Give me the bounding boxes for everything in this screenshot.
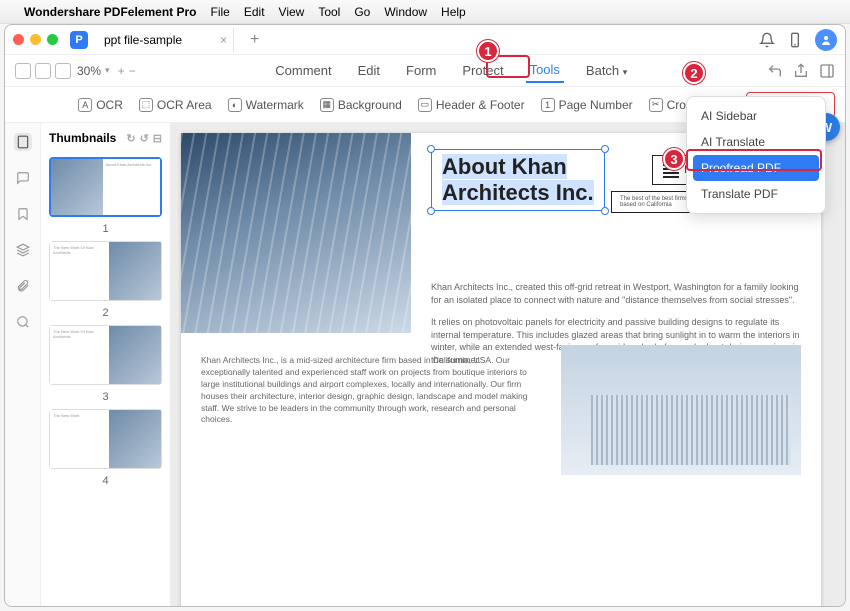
tab-form[interactable]: Form	[402, 59, 440, 82]
step-badge-2: 2	[683, 62, 705, 84]
thumbnails-title: Thumbnails	[49, 131, 116, 145]
mobile-icon[interactable]	[787, 32, 803, 48]
app-name[interactable]: Wondershare PDFelement Pro	[24, 5, 197, 19]
zoom-value: 30%	[77, 64, 101, 78]
title-line-2: Architects Inc.	[442, 180, 594, 205]
watermark-button[interactable]: ◐Watermark	[228, 98, 304, 112]
tab-edit[interactable]: Edit	[354, 59, 384, 82]
title-line-1: About Khan	[442, 154, 567, 179]
menu-view[interactable]: View	[279, 5, 305, 19]
search-icon[interactable]	[14, 313, 32, 331]
titlebar: P ppt file-sample × +	[5, 25, 845, 55]
tab-close-icon[interactable]: ×	[220, 33, 227, 47]
comments-icon[interactable]	[14, 169, 32, 187]
dd-translate-pdf[interactable]: Translate PDF	[687, 181, 825, 207]
chevron-down-icon[interactable]: ▾	[105, 65, 110, 76]
layers-icon[interactable]	[14, 241, 32, 259]
tab-add-button[interactable]: +	[250, 31, 259, 49]
mode-tabs: Comment Edit Form Protect Tools Batch ▾	[271, 58, 631, 83]
paragraph-1: Khan Architects Inc., created this off-g…	[431, 281, 801, 306]
step-badge-1: 1	[477, 40, 499, 62]
view-grid-icon[interactable]	[35, 63, 51, 79]
menu-edit[interactable]: Edit	[244, 5, 265, 19]
zoom-in-icon[interactable]: +	[118, 64, 125, 78]
system-menubar: Wondershare PDFelement Pro File Edit Vie…	[0, 0, 850, 24]
page-number-icon: 1	[541, 98, 555, 112]
refresh-icon[interactable]: ↻	[126, 132, 135, 145]
menu-window[interactable]: Window	[384, 5, 427, 19]
watermark-icon: ◐	[228, 98, 242, 112]
rotate-icon[interactable]: ↺	[140, 132, 149, 145]
ocr-icon: A	[78, 98, 92, 112]
view-mode-group	[15, 63, 71, 79]
traffic-lights	[13, 34, 58, 45]
bell-icon[interactable]	[759, 32, 775, 48]
side-rail	[5, 123, 41, 606]
document-tab[interactable]: ppt file-sample ×	[94, 28, 234, 52]
hero-image	[181, 133, 411, 333]
panel-icon[interactable]	[819, 63, 835, 79]
menu-help[interactable]: Help	[441, 5, 466, 19]
zoom-out-icon[interactable]: −	[129, 64, 136, 78]
window-maximize[interactable]	[47, 34, 58, 45]
ocr-area-button[interactable]: ⬚OCR Area	[139, 98, 212, 112]
step-badge-3: 3	[663, 148, 685, 170]
share-icon[interactable]	[793, 63, 809, 79]
zoom-control[interactable]: 30% ▾ + −	[77, 64, 136, 78]
menu-go[interactable]: Go	[354, 5, 370, 19]
thumbnails-panel: Thumbnails ↻ ↺ ⊟ About Khan Architects Inc…	[41, 123, 171, 606]
header-footer-icon: ▭	[418, 98, 432, 112]
ocr-area-icon: ⬚	[139, 98, 153, 112]
window-close[interactable]	[13, 34, 24, 45]
tab-tools[interactable]: Tools	[526, 58, 564, 83]
menu-tool[interactable]: Tool	[318, 5, 340, 19]
page-number-button[interactable]: 1Page Number	[541, 98, 633, 112]
thumbnail-2[interactable]: The New Work Of Klan Architects	[49, 241, 162, 301]
thumbnail-1-label: 1	[102, 223, 108, 235]
thumbnail-4[interactable]: The New Work	[49, 409, 162, 469]
view-twopage-icon[interactable]	[55, 63, 71, 79]
tab-comment[interactable]: Comment	[271, 59, 335, 82]
close-panel-icon[interactable]: ⊟	[153, 132, 162, 145]
thumbnail-1[interactable]: About Khan Architects Inc	[49, 157, 162, 217]
background-icon: ▦	[320, 98, 334, 112]
window-minimize[interactable]	[30, 34, 41, 45]
selected-text-box[interactable]: About Khan Architects Inc.	[431, 149, 605, 211]
bookmarks-icon[interactable]	[14, 205, 32, 223]
attachments-icon[interactable]	[14, 277, 32, 295]
main-toolbar: 30% ▾ + − Comment Edit Form Protect Tool…	[5, 55, 845, 87]
view-single-icon[interactable]	[15, 63, 31, 79]
background-button[interactable]: ▦Background	[320, 98, 402, 112]
thumbnails-icon[interactable]	[14, 133, 32, 151]
tab-title: ppt file-sample	[104, 33, 182, 47]
thumbnail-4-label: 4	[49, 475, 162, 487]
header-footer-button[interactable]: ▭Header & Footer	[418, 98, 525, 112]
mid-building-image	[561, 345, 801, 475]
undo-icon[interactable]	[767, 63, 783, 79]
app-icon: P	[70, 31, 88, 49]
tab-batch[interactable]: Batch ▾	[582, 59, 631, 82]
thumbnail-2-label: 2	[49, 307, 162, 319]
user-avatar[interactable]	[815, 29, 837, 51]
annotation-box-3	[686, 149, 822, 171]
ocr-button[interactable]: AOCR	[78, 98, 123, 112]
crop-icon: ✂	[649, 98, 663, 112]
thumbnail-3-label: 3	[49, 391, 162, 403]
dd-ai-sidebar[interactable]: AI Sidebar	[687, 103, 825, 129]
menu-file[interactable]: File	[211, 5, 230, 19]
thumbnail-3[interactable]: The New Work Of Klan Architects	[49, 325, 162, 385]
